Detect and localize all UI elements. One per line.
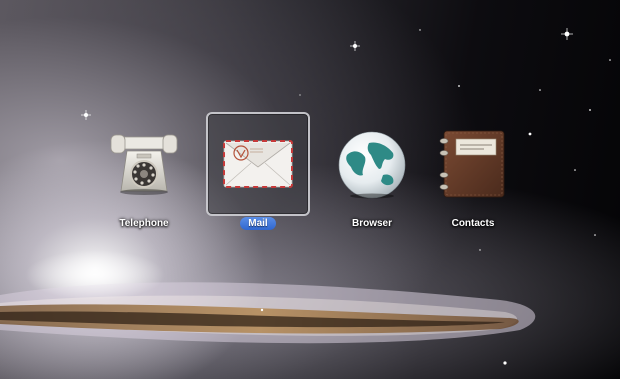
telephone-icon — [110, 134, 178, 195]
mail-icon — [223, 140, 293, 188]
launcher-item-label: Contacts — [451, 218, 495, 229]
launcher-item-label: Browser — [351, 218, 392, 229]
launcher-item-mail[interactable]: Mail — [206, 112, 310, 234]
launcher-item-label: Telephone — [119, 218, 169, 229]
address-book-icon — [439, 130, 505, 198]
launcher-item-label: Mail — [206, 217, 310, 231]
launcher-item-telephone[interactable]: Telephone — [92, 112, 196, 234]
launcher-item-browser[interactable]: Browser — [320, 112, 424, 234]
launcher-item-contacts[interactable]: Contacts — [421, 112, 525, 234]
globe-icon — [338, 131, 406, 199]
desktop-wallpaper: Telephone Mail Browser Contacts — [0, 0, 620, 379]
